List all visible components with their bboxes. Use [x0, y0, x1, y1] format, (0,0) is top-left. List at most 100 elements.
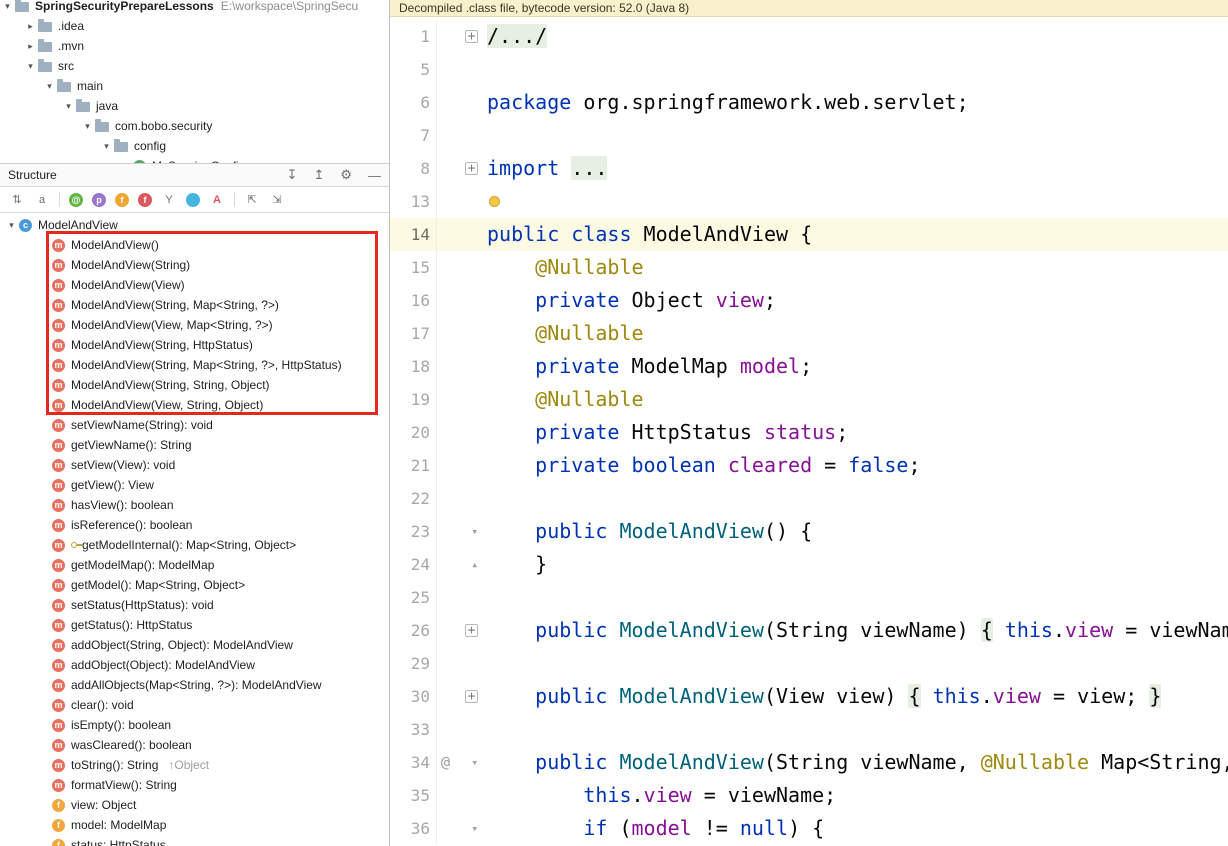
structure-method-item[interactable]: m getViewName(): String [0, 435, 389, 455]
member-label: setStatus(HttpStatus): void [71, 598, 214, 612]
project-tree-item[interactable]: ▸ .mvn [0, 36, 389, 56]
code-line: 35 this.view = viewName; [390, 779, 1228, 812]
structure-method-item[interactable]: m addObject(String, Object): ModelAndView [0, 635, 389, 655]
structure-method-item[interactable]: m ModelAndView(View, String, Object) [0, 395, 389, 415]
fold-plus-icon[interactable]: + [465, 624, 478, 637]
editor-panel: Decompiled .class file, bytecode version… [390, 0, 1228, 846]
structure-method-item[interactable]: m setViewName(String): void [0, 415, 389, 435]
structure-method-item[interactable]: m addObject(Object): ModelAndView [0, 655, 389, 675]
chevron-down-icon[interactable]: ▾ [4, 220, 19, 231]
code-text: public ModelAndView() { [535, 519, 813, 543]
chevron-down-icon[interactable]: ▾ [61, 101, 76, 112]
structure-field-item[interactable]: f status: HttpStatus [0, 835, 389, 846]
sort-by-sort-order-icon[interactable]: ⇅ [9, 192, 25, 208]
structure-method-item[interactable]: m clear(): void [0, 695, 389, 715]
project-root-path: E:\workspace\SpringSecu [220, 0, 359, 13]
show-non-public-icon[interactable]: f [138, 192, 152, 207]
chevron-down-icon[interactable]: ▾ [80, 121, 95, 132]
structure-method-item[interactable]: m setView(View): void [0, 455, 389, 475]
structure-method-item[interactable]: m getModel(): Map<String, Object> [0, 575, 389, 595]
fold-down-icon[interactable]: ▾ [471, 756, 478, 769]
show-fields-icon[interactable]: f [115, 192, 129, 207]
sort-alphabetically-icon[interactable]: a [34, 192, 50, 208]
folder-icon [76, 99, 90, 112]
show-anonymous-classes-icon[interactable]: @ [69, 192, 83, 207]
package-icon [114, 139, 128, 152]
chevron-right-icon[interactable]: ▸ [23, 41, 38, 52]
structure-method-item[interactable]: m isReference(): boolean [0, 515, 389, 535]
collapse-all-icon[interactable]: ↥ [313, 167, 324, 183]
settings-icon[interactable]: ⚙ [340, 167, 352, 183]
structure-method-item[interactable]: m setStatus(HttpStatus): void [0, 595, 389, 615]
structure-method-item[interactable]: m getStatus(): HttpStatus [0, 615, 389, 635]
structure-field-item[interactable]: f view: Object [0, 795, 389, 815]
project-tree-item[interactable]: ▸ .idea [0, 16, 389, 36]
structure-method-item[interactable]: m addAllObjects(Map<String, ?>): ModelAnd… [0, 675, 389, 695]
structure-method-item[interactable]: m getModelMap(): ModelMap [0, 555, 389, 575]
chevron-right-icon[interactable]: ▸ [23, 21, 38, 32]
fold-down-icon[interactable]: ▾ [471, 525, 478, 538]
structure-method-item[interactable]: m ModelAndView(String, Map<String, ?>, Ht… [0, 355, 389, 375]
project-tree-item[interactable]: ▾ src [0, 56, 389, 76]
chevron-down-icon[interactable]: ▾ [23, 61, 38, 72]
line-number: 16 [410, 291, 430, 310]
line-number: 21 [410, 456, 430, 475]
structure-method-item[interactable]: m wasCleared(): boolean [0, 735, 389, 755]
fold-plus-icon[interactable]: + [465, 690, 478, 703]
project-tree-item[interactable]: ▾ config [0, 136, 389, 156]
hide-icon[interactable]: — [368, 168, 381, 183]
autoscroll-to-source-icon[interactable]: ⇱ [244, 192, 260, 208]
member-label: getModel(): Map<String, Object> [71, 578, 246, 592]
structure-method-item[interactable]: m hasView(): boolean [0, 495, 389, 515]
gutter [436, 317, 484, 350]
structure-method-item[interactable]: m ModelAndView(View, Map<String, ?>) [0, 315, 389, 335]
project-tree-item[interactable]: CMySessionConfig [0, 156, 389, 163]
fold-up-icon[interactable]: ▴ [471, 558, 478, 571]
method-icon: m [52, 378, 65, 392]
line-number: 34 [410, 753, 430, 772]
project-tree-item[interactable]: ▾ com.bobo.security [0, 116, 389, 136]
project-item-label: java [96, 99, 119, 113]
structure-method-item[interactable]: m isEmpty(): boolean [0, 715, 389, 735]
fold-down-icon[interactable]: ▾ [471, 822, 478, 835]
structure-method-item[interactable]: m ModelAndView() [0, 235, 389, 255]
code-line: 18 private ModelMap model; [390, 350, 1228, 383]
code-line: 13 [390, 185, 1228, 218]
code-text: public ModelAndView(View view) { this.vi… [535, 684, 1162, 708]
autoscroll-from-source-icon[interactable]: ⇲ [269, 192, 285, 208]
expand-all-icon[interactable]: ↧ [287, 167, 298, 183]
structure-method-item[interactable]: m toString(): String ↑Object [0, 755, 389, 775]
code-line: 33 [390, 713, 1228, 746]
intention-bulb-icon[interactable] [489, 195, 500, 207]
structure-method-item[interactable]: m ModelAndView(String, Map<String, ?>) [0, 295, 389, 315]
show-properties-icon[interactable]: p [92, 192, 106, 207]
project-tree-item[interactable]: ▾ main [0, 76, 389, 96]
structure-method-item[interactable]: m formatView(): String [0, 775, 389, 795]
gutter: + [436, 680, 484, 713]
structure-root-node[interactable]: ▾ c ModelAndView [0, 215, 389, 235]
project-root[interactable]: ▾ SpringSecurityPrepareLessons E:\worksp… [0, 0, 389, 16]
structure-method-item[interactable]: m ModelAndView(View) [0, 275, 389, 295]
chevron-down-icon[interactable]: ▾ [42, 81, 57, 92]
structure-method-item[interactable]: m getView(): View [0, 475, 389, 495]
structure-field-item[interactable]: f model: ModelMap [0, 815, 389, 835]
structure-method-item[interactable]: m getModelInternal(): Map<String, Object> [0, 535, 389, 555]
fold-plus-icon[interactable]: + [465, 30, 478, 43]
structure-method-item[interactable]: m ModelAndView(String, String, Object) [0, 375, 389, 395]
code-text: private HttpStatus status; [535, 420, 849, 444]
code-line: 5 [390, 53, 1228, 86]
fold-plus-icon[interactable]: + [465, 162, 478, 175]
filter-icon[interactable]: Y [161, 192, 177, 208]
structure-toolbar: ⇅ a @ p f f Y A ⇱ ⇲ [0, 187, 389, 213]
chevron-down-icon[interactable]: ▾ [0, 1, 15, 12]
member-label: ModelAndView(String, Map<String, ?>) [71, 298, 279, 312]
show-public-only-icon[interactable]: A [209, 192, 225, 208]
project-tree-item[interactable]: ▾ java [0, 96, 389, 116]
structure-method-item[interactable]: m ModelAndView(String) [0, 255, 389, 275]
code-line: 19 @Nullable [390, 383, 1228, 416]
show-visibility-icon[interactable] [186, 192, 200, 207]
chevron-down-icon[interactable]: ▾ [99, 141, 114, 152]
structure-method-item[interactable]: m ModelAndView(String, HttpStatus) [0, 335, 389, 355]
